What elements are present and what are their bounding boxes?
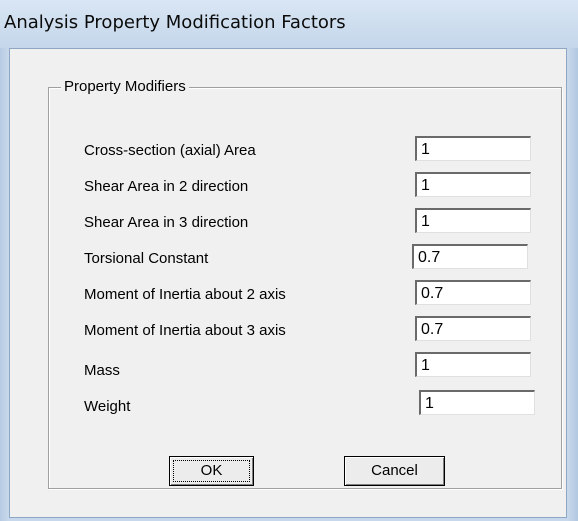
label-mass: Mass [84, 362, 120, 379]
torsional-constant-input[interactable] [412, 244, 528, 269]
ok-button[interactable]: OK [169, 456, 254, 486]
moment-inertia-3-input[interactable] [415, 316, 531, 341]
label-weight: Weight [84, 398, 131, 415]
title-bar[interactable]: Analysis Property Modification Factors [0, 0, 578, 48]
window-frame-right [567, 48, 578, 521]
window-title: Analysis Property Modification Factors [4, 12, 346, 33]
window-frame-left [0, 48, 9, 521]
cross-section-area-input[interactable] [415, 136, 531, 161]
dialog-client-area: Property Modifiers Cross-section (axial)… [9, 48, 567, 518]
label-shear-area-3: Shear Area in 3 direction [84, 214, 249, 231]
label-torsional-constant: Torsional Constant [84, 250, 209, 267]
shear-area-3-input[interactable] [415, 208, 531, 233]
weight-input[interactable] [419, 390, 535, 415]
group-legend: Property Modifiers [61, 78, 189, 95]
shear-area-2-input[interactable] [415, 172, 531, 197]
cancel-button[interactable]: Cancel [344, 456, 445, 486]
moment-inertia-2-input[interactable] [415, 280, 531, 305]
label-shear-area-2: Shear Area in 2 direction [84, 178, 249, 195]
label-moment-inertia-3: Moment of Inertia about 3 axis [84, 322, 286, 339]
label-cross-section-area: Cross-section (axial) Area [84, 142, 256, 159]
dialog-window: Analysis Property Modification Factors P… [0, 0, 578, 521]
label-moment-inertia-2: Moment of Inertia about 2 axis [84, 286, 286, 303]
mass-input[interactable] [415, 352, 531, 377]
